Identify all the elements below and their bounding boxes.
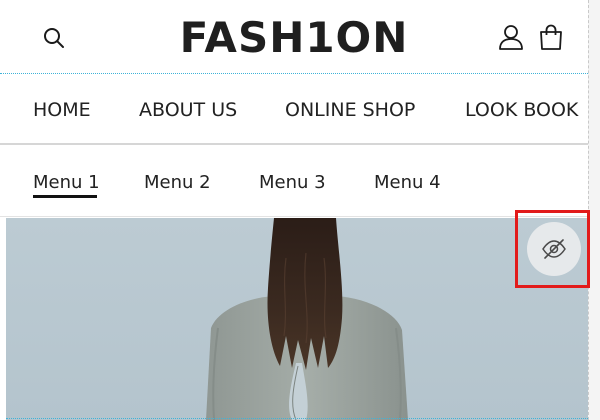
- user-icon: [499, 25, 523, 50]
- nav-look-book-link[interactable]: LOOK BOOK: [465, 97, 578, 123]
- account-button[interactable]: [494, 20, 528, 54]
- nav-about-us-link[interactable]: ABOUT US: [139, 97, 237, 123]
- search-icon: [44, 28, 64, 48]
- sub-menu: Menu 1 Menu 2 Menu 3 Menu 4: [0, 147, 588, 217]
- visibility-toggle-button[interactable]: [527, 222, 581, 276]
- shopping-bag-icon: [540, 24, 562, 50]
- sub-menu-item-3[interactable]: Menu 3: [259, 169, 326, 197]
- hero-image: [6, 218, 588, 420]
- sub-menu-item-1[interactable]: Menu 1: [33, 169, 100, 197]
- hide-toggle-highlight: [515, 210, 590, 288]
- search-button[interactable]: [38, 22, 70, 54]
- hero-photo-illustration: [206, 218, 408, 420]
- site-logo[interactable]: FASH1ON: [160, 10, 428, 66]
- main-navigation: HOME ABOUT US ONLINE SHOP LOOK BOOK: [0, 75, 588, 145]
- nav-online-shop-link[interactable]: ONLINE SHOP: [285, 97, 415, 123]
- sub-menu-item-4[interactable]: Menu 4: [374, 169, 441, 197]
- site-header: FASH1ON: [0, 0, 588, 74]
- active-tab-indicator: [33, 195, 97, 198]
- app-frame: FASH1ON HOME ABOUT US ONLINE SHOP LOOK B…: [0, 0, 600, 420]
- sub-menu-item-2[interactable]: Menu 2: [144, 169, 211, 197]
- cart-button[interactable]: [534, 20, 568, 54]
- eye-slash-icon: [542, 239, 566, 259]
- nav-home-link[interactable]: HOME: [33, 97, 91, 123]
